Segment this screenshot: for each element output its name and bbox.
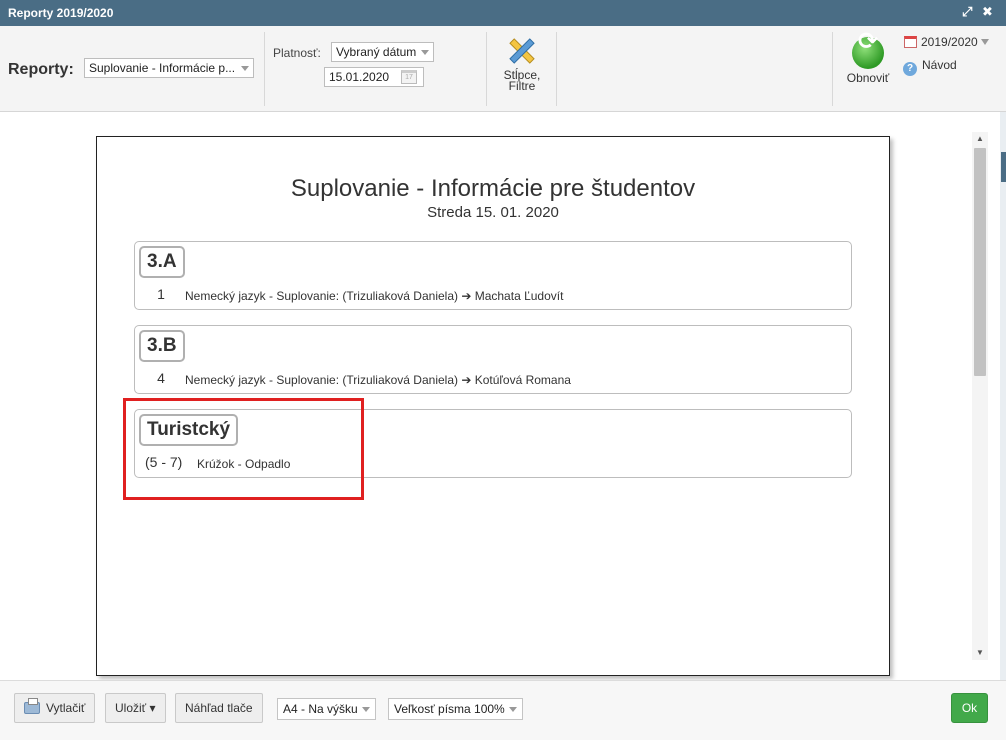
help-icon: ? (903, 62, 917, 76)
report-page: Suplovanie - Informácie pre študentov St… (96, 136, 890, 676)
paper-orientation-value: A4 - Na výšku (283, 702, 358, 716)
class-name: Turistcký (139, 414, 239, 446)
font-size-select[interactable]: Veľkosť písma 100% (388, 698, 523, 720)
refresh-icon (852, 36, 884, 69)
chevron-down-icon (421, 50, 429, 55)
substitution-entry: Nemecký jazyk - Suplovanie: (Trizuliakov… (185, 289, 564, 303)
class-name: 3.B (139, 330, 185, 362)
substitution-entry: Nemecký jazyk - Suplovanie: (Trizuliakov… (185, 373, 571, 387)
chevron-down-icon (509, 707, 517, 712)
cancellation-entry: Krúžok - Odpadlo (197, 457, 291, 471)
calendar-icon[interactable]: 17 (401, 70, 417, 84)
report-title: Suplovanie - Informácie pre študentov (290, 175, 696, 202)
calendar-icon (904, 36, 917, 48)
pencil-ruler-icon (509, 38, 535, 64)
report-toolbar: Reporty: Suplovanie - Informácie p... Pl… (0, 26, 1006, 112)
lesson-number: 1 (157, 286, 165, 302)
scroll-down-icon[interactable]: ▼ (972, 646, 988, 660)
print-preview-button[interactable]: Náhľad tlače (175, 693, 263, 723)
school-year-value: 2019/2020 (921, 35, 978, 49)
print-label: Vytlačiť (46, 701, 86, 715)
report-viewport[interactable]: Suplovanie - Informácie pre študentov St… (0, 112, 1006, 680)
columns-filter-button[interactable]: Stĺpce, Filtre (494, 34, 550, 92)
chevron-down-icon (241, 66, 249, 71)
date-field-value: 15.01.2020 (329, 70, 390, 84)
toolbar-separator (486, 32, 487, 106)
chevron-down-icon (980, 39, 989, 45)
refresh-label: Obnoviť (846, 71, 890, 85)
print-preview-label: Náhľad tlače (185, 701, 253, 715)
paper-orientation-select[interactable]: A4 - Na výšku (277, 698, 376, 720)
toolbar-separator (832, 32, 833, 106)
scroll-up-icon[interactable]: ▲ (972, 132, 988, 146)
help-link[interactable]: ? Návod (903, 58, 957, 76)
validity-label: Platnosť: (273, 46, 321, 60)
report-subtitle: Streda 15. 01. 2020 (427, 204, 559, 221)
columns-filter-line2: Filtre (508, 79, 536, 93)
school-year-selector[interactable]: 2019/2020 (904, 35, 989, 49)
save-button[interactable]: Uložiť ▾ (105, 693, 166, 723)
vertical-scrollbar[interactable]: ▲ ▼ (972, 132, 988, 660)
background-window-accent (1001, 152, 1006, 182)
background-window-edge (1000, 112, 1006, 682)
window-titlebar: Reporty 2019/2020 ⤢ ✖ (0, 0, 1006, 26)
reports-label: Reporty: (8, 61, 74, 78)
validity-select-value: Vybraný dátum (336, 45, 417, 59)
toolbar-separator (264, 32, 265, 106)
toolbar-separator (556, 32, 557, 106)
ok-button[interactable]: Ok (951, 693, 988, 723)
date-field[interactable]: 15.01.2020 17 (324, 67, 424, 87)
class-group-3b: 3.B 4 Nemecký jazyk - Suplovanie: (Trizu… (134, 325, 852, 394)
dialog-footer: Vytlačiť Uložiť ▾ Náhľad tlače A4 - Na v… (0, 680, 1006, 740)
lesson-number: 4 (157, 370, 165, 386)
help-label: Návod (922, 58, 957, 72)
report-select-value: Suplovanie - Informácie p... (89, 61, 236, 75)
close-icon[interactable]: ✖ (982, 4, 993, 20)
lesson-range: (5 - 7) (145, 454, 183, 470)
window-title: Reporty 2019/2020 (8, 6, 114, 20)
font-size-value: Veľkosť písma 100% (394, 702, 505, 716)
class-group-3a: 3.A 1 Nemecký jazyk - Suplovanie: (Trizu… (134, 241, 852, 310)
class-group-turistcky: Turistcký (5 - 7) Krúžok - Odpadlo (134, 409, 852, 478)
refresh-button[interactable]: Obnoviť (842, 36, 894, 85)
chevron-down-icon (362, 707, 370, 712)
maximize-icon[interactable]: ⤢ (962, 4, 972, 20)
validity-select[interactable]: Vybraný dátum (331, 42, 434, 62)
scrollbar-thumb[interactable] (974, 148, 986, 376)
print-button[interactable]: Vytlačiť (14, 693, 96, 723)
class-name: 3.A (139, 246, 185, 278)
printer-icon (24, 698, 40, 714)
save-label: Uložiť ▾ (115, 701, 156, 715)
report-select[interactable]: Suplovanie - Informácie p... (84, 58, 254, 78)
